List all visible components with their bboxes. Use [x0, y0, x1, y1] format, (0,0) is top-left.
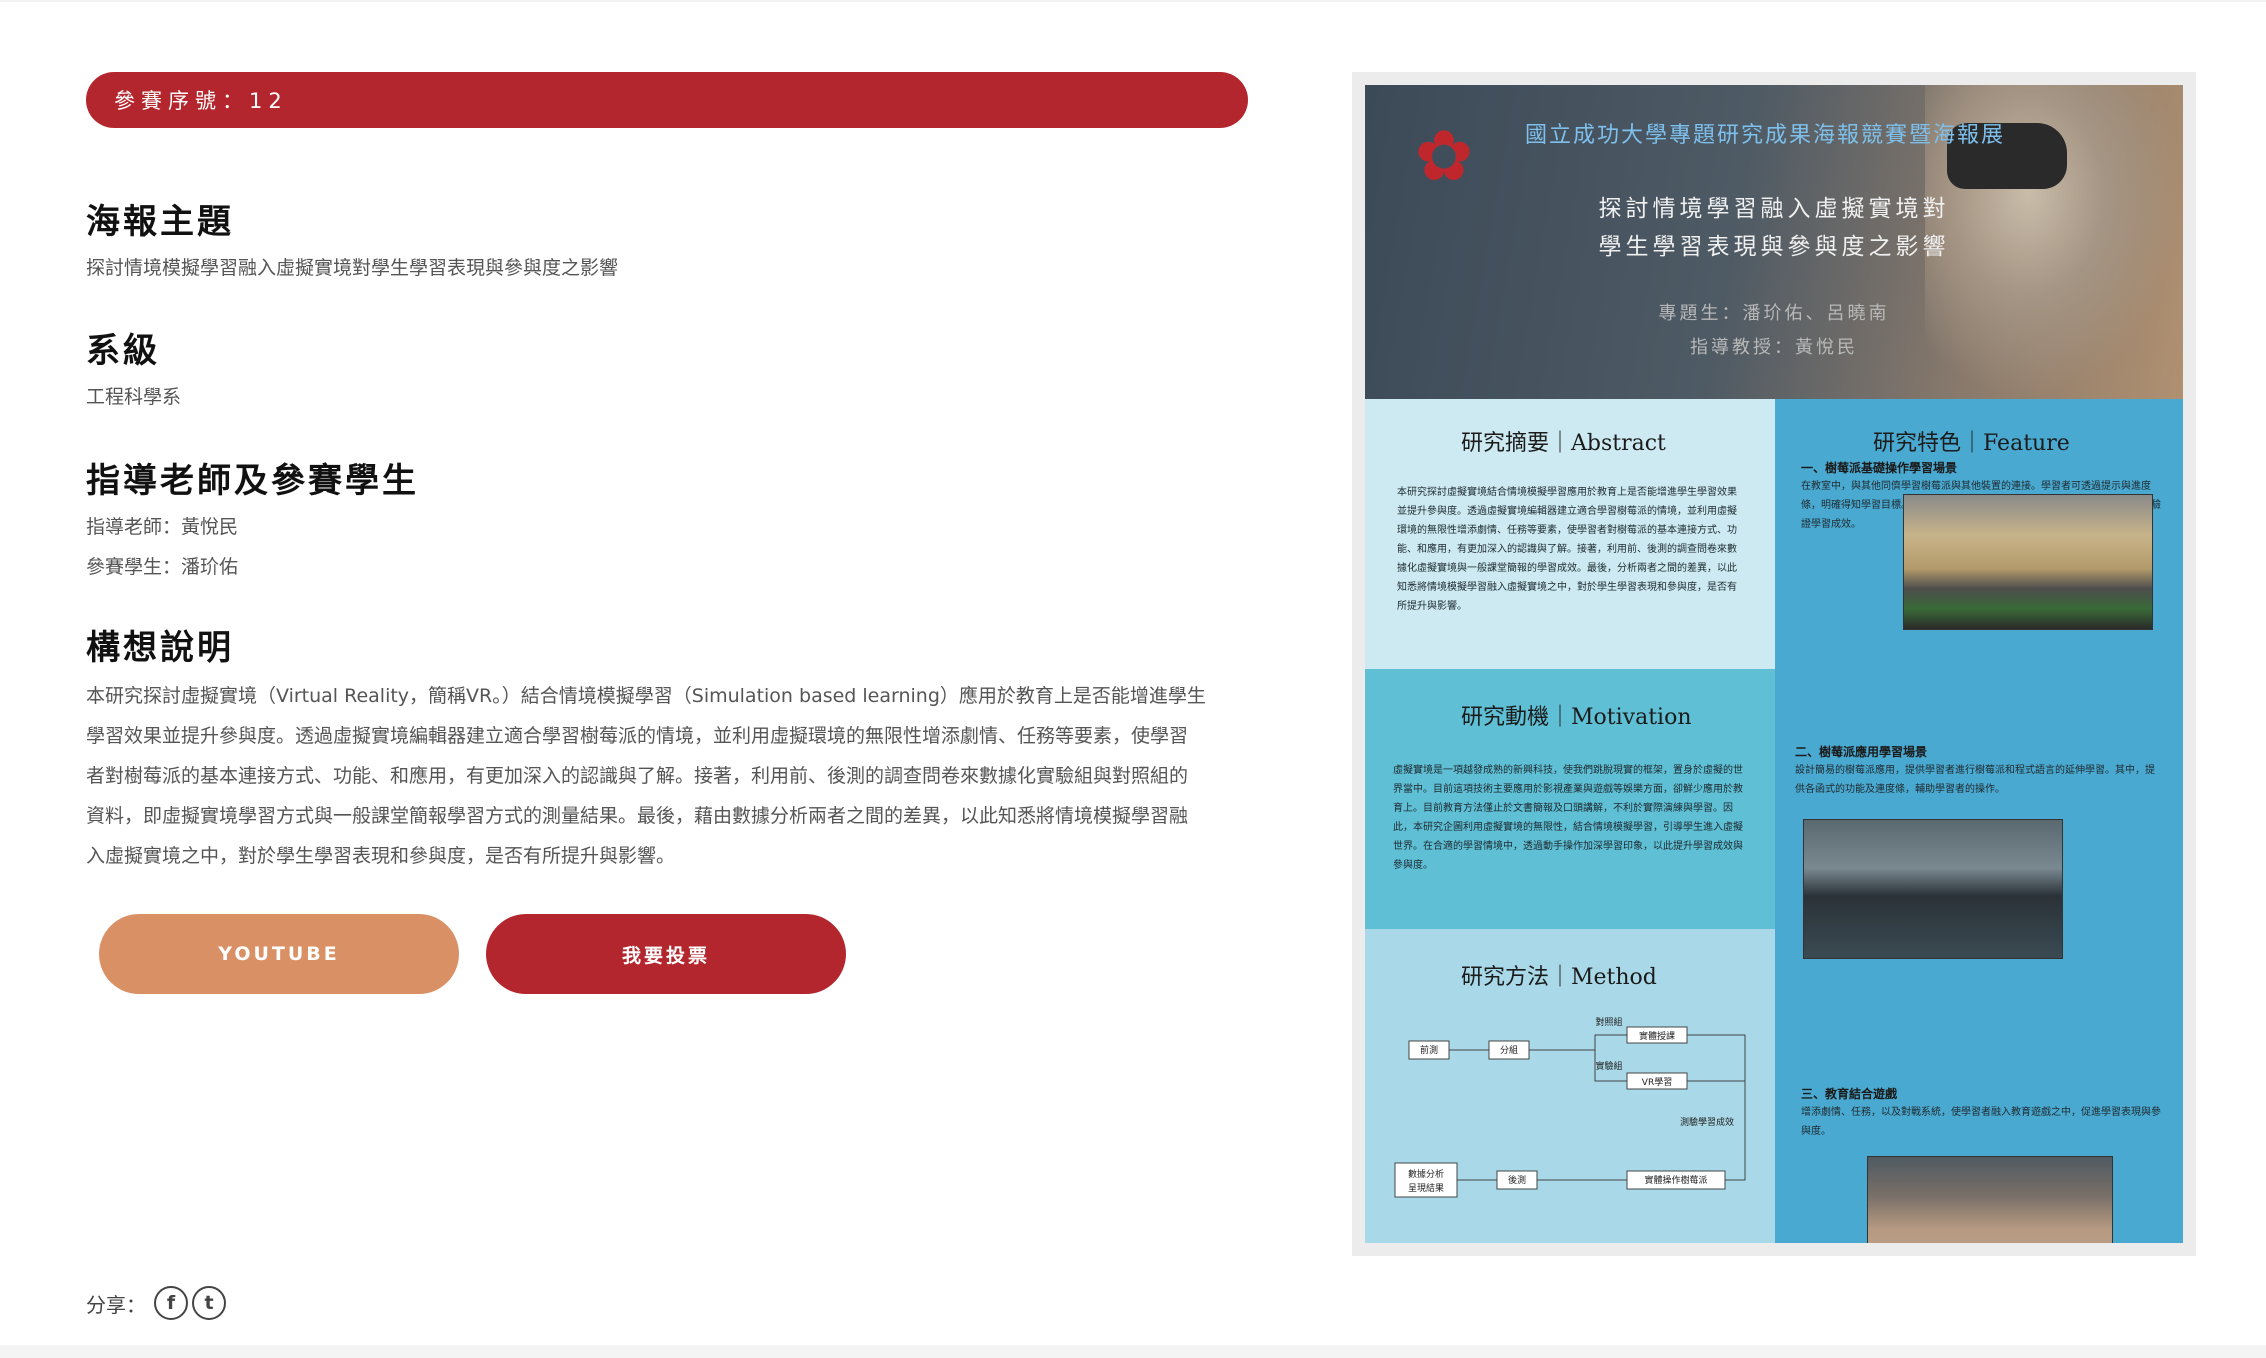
flow-experiment: 實驗組 [1595, 1060, 1622, 1072]
concept-line: 者對樹莓派的基本連接方式、功能、和應用，有更加深入的認識與了解。接著，利用前、後… [86, 765, 1189, 787]
concept-line: 本研究探討虛擬實境（Virtual Reality，簡稱VR。）結合情境模擬學習… [86, 685, 1206, 707]
bottom-band [0, 1345, 2266, 1358]
abstract-text: 本研究探討虛擬實境結合情境模擬學習應用於教育上是否能增進學生學習效果並提升參與度… [1397, 487, 1737, 612]
university-logo-icon: ✿ [1414, 115, 1474, 197]
flow-group: 分組 [1500, 1044, 1518, 1056]
poster-students: 專題生：潘玠佑、呂曉南 [1658, 303, 1890, 324]
feature2-text: 設計簡易的樹莓派應用，提供學習者進行樹莓派和程式語言的延伸學習。其中，提供各函式… [1795, 765, 2155, 795]
poster-header: ✿ 國立成功大學專題研究成果海報競賽暨海報展 探討情境學習融入虛擬實境對 學生學… [1365, 85, 2183, 399]
entry-number-badge: 參賽序號：12 [86, 72, 1248, 128]
feature1-screenshot [1903, 494, 2153, 630]
method-flowchart: 前測 分組 對照組 實驗組 實體授課 VR學習 測驗學習成效 數據分析 呈現結果… [1394, 1016, 1746, 1198]
concept-line: 入虛擬實境之中，對於學生學習表現和參與度，是否有所提升與影響。 [86, 845, 676, 867]
poster-motivation: 研究動機｜Motivation 虛擬實境是一項越發成熟的新興科技，使我們跳脫現實… [1365, 669, 1775, 929]
flow-analysis-2: 呈現結果 [1408, 1182, 1444, 1194]
flow-control: 對照組 [1595, 1016, 1622, 1028]
flow-analysis-1: 數據分析 [1408, 1168, 1444, 1180]
flow-measure: 測驗學習成效 [1680, 1116, 1734, 1128]
feature3-text: 增添劇情、任務，以及對戰系統，使學習者融入教育遊戲之中，促進學習表現與參與度。 [1801, 1107, 2161, 1137]
share-label: 分享： [86, 1292, 146, 1317]
concept-line: 資料，即虛擬實境學習方式與一般課堂簡報學習方式的測量結果。最後，藉由數據分析兩者… [86, 805, 1189, 827]
youtube-button[interactable]: YOUTUBE [99, 914, 459, 994]
feature-heading: 研究特色｜Feature [1873, 431, 2070, 456]
facebook-share-icon[interactable]: f [154, 1286, 188, 1320]
department-heading: 系級 [86, 331, 160, 371]
abstract-heading: 研究摘要｜Abstract [1461, 431, 1666, 456]
top-divider [0, 0, 2266, 2]
vote-button[interactable]: 我要投票 [486, 914, 846, 994]
flow-posttest: 後測 [1508, 1174, 1526, 1186]
poster-title-line2: 學生學習表現與參與度之影響 [1598, 234, 1950, 260]
entry-details: 參賽序號：12 海報主題 探討情境模擬學習融入虛擬實境對學生學習表現與參與度之影… [86, 72, 1248, 994]
concept-line: 學習效果並提升參與度。透過虛擬實境編輯器建立適合學習樹莓派的情境，並利用虛擬環境… [86, 725, 1189, 747]
motivation-text: 虛擬實境是一項越發成熟的新興科技，使我們跳脫現實的框架，置身於虛擬的世界當中。目… [1393, 765, 1743, 871]
concept-heading: 構想說明 [86, 628, 234, 668]
concept-description: 本研究探討虛擬實境（Virtual Reality，簡稱VR。）結合情境模擬學習… [86, 676, 1248, 876]
flow-vr: VR學習 [1642, 1076, 1672, 1088]
poster-method: 研究方法｜Method 前測 分組 對照組 實驗組 實體授課 VR學習 測驗學習… [1365, 929, 1775, 1243]
poster-university: 國立成功大學專題研究成果海報競賽暨海報展 [1525, 123, 2006, 148]
twitter-share-icon[interactable]: t [192, 1286, 226, 1320]
feature3-screenshot [1867, 1156, 2113, 1243]
feature2-title: 二、樹莓派應用學習場景 [1795, 745, 1928, 759]
people-heading: 指導老師及參賽學生 [86, 461, 419, 501]
poster-title-line1: 探討情境學習融入虛擬實境對 [1598, 196, 1950, 222]
poster-abstract: 研究摘要｜Abstract 本研究探討虛擬實境結合情境模擬學習應用於教育上是否能… [1365, 399, 1775, 669]
advisor-value: 指導老師：黃悅民 [86, 516, 239, 538]
share-bar: 分享： f t [86, 1286, 226, 1320]
poster-features: 研究特色｜Feature 一、樹莓派基礎操作學習場景 在教室中，與其他同儕學習樹… [1775, 399, 2183, 1243]
poster-advisor: 指導教授：黃悅民 [1690, 337, 1858, 358]
motivation-heading: 研究動機｜Motivation [1461, 705, 1692, 730]
feature1-title: 一、樹莓派基礎操作學習場景 [1801, 461, 1958, 475]
feature3-title: 三、教育結合遊戲 [1801, 1087, 1898, 1101]
flow-pretest: 前測 [1420, 1044, 1438, 1056]
feature2-screenshot [1803, 819, 2063, 959]
flow-lecture: 實體授課 [1639, 1030, 1675, 1042]
student-value: 參賽學生：潘玠佑 [86, 556, 239, 578]
flow-hands-on: 實體操作樹莓派 [1644, 1174, 1707, 1186]
topic-value: 探討情境模擬學習融入虛擬實境對學生學習表現與參與度之影響 [86, 257, 619, 279]
department-value: 工程科學系 [86, 386, 182, 408]
poster-image[interactable]: ✿ 國立成功大學專題研究成果海報競賽暨海報展 探討情境學習融入虛擬實境對 學生學… [1365, 85, 2183, 1243]
topic-heading: 海報主題 [86, 202, 234, 242]
